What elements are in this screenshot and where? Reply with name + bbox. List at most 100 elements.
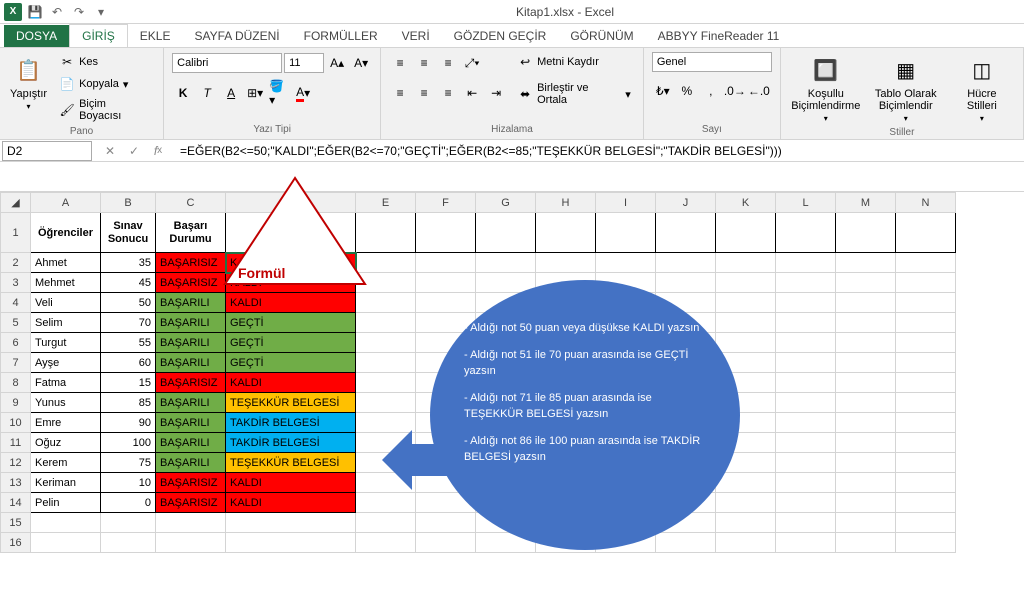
cell-status[interactable]: BAŞARILI: [156, 353, 226, 373]
border-button[interactable]: ⊞▾: [244, 82, 266, 104]
cell-empty[interactable]: [836, 533, 896, 553]
decrease-indent-icon[interactable]: ⇤: [461, 82, 483, 104]
cell-styles-button[interactable]: ◫ Hücre Stilleri ▾: [949, 52, 1015, 125]
cell-empty[interactable]: [836, 293, 896, 313]
cell-empty[interactable]: [416, 213, 476, 253]
cell-empty[interactable]: [356, 373, 416, 393]
row-header-7[interactable]: 7: [1, 353, 31, 373]
cell-empty[interactable]: [31, 513, 101, 533]
cell-empty[interactable]: [416, 253, 476, 273]
italic-button[interactable]: T: [196, 82, 218, 104]
conditional-formatting-button[interactable]: 🔲 Koşullu Biçimlendirme ▾: [789, 52, 863, 125]
cell-score[interactable]: 85: [101, 393, 156, 413]
cell-status[interactable]: BAŞARISIZ: [156, 493, 226, 513]
cell-empty[interactable]: [836, 393, 896, 413]
cell-empty[interactable]: [896, 313, 956, 333]
header-status[interactable]: Başarı Durumu: [156, 213, 226, 253]
row-header-9[interactable]: 9: [1, 393, 31, 413]
formula-input[interactable]: [174, 141, 1024, 161]
tab-view[interactable]: GÖRÜNÜM: [558, 25, 645, 47]
cell-score[interactable]: 0: [101, 493, 156, 513]
cell-empty[interactable]: [776, 253, 836, 273]
font-size-select[interactable]: [284, 53, 324, 73]
cell-empty[interactable]: [896, 493, 956, 513]
cell-status[interactable]: BAŞARISIZ: [156, 473, 226, 493]
cancel-formula-icon[interactable]: ✕: [98, 141, 122, 161]
cell-empty[interactable]: [776, 413, 836, 433]
cell-empty[interactable]: [476, 253, 536, 273]
cell-score[interactable]: 70: [101, 313, 156, 333]
cell-empty[interactable]: [356, 533, 416, 553]
cell-result[interactable]: KALDI: [226, 473, 356, 493]
tab-data[interactable]: VERİ: [390, 25, 442, 47]
cell-empty[interactable]: [776, 453, 836, 473]
cell-score[interactable]: 35: [101, 253, 156, 273]
cell-empty[interactable]: [776, 313, 836, 333]
align-top-icon[interactable]: ≡: [389, 52, 411, 74]
cell-empty[interactable]: [776, 513, 836, 533]
cell-empty[interactable]: [596, 213, 656, 253]
cell-empty[interactable]: [156, 513, 226, 533]
cell-empty[interactable]: [656, 213, 716, 253]
column-header-D[interactable]: D: [226, 193, 356, 213]
tab-insert[interactable]: EKLE: [128, 25, 183, 47]
cell-empty[interactable]: [896, 213, 956, 253]
cell-status[interactable]: BAŞARISIZ: [156, 253, 226, 273]
column-header-L[interactable]: L: [776, 193, 836, 213]
row-header-14[interactable]: 14: [1, 493, 31, 513]
cell-empty[interactable]: [356, 253, 416, 273]
cell-score[interactable]: 55: [101, 333, 156, 353]
cell-score[interactable]: 50: [101, 293, 156, 313]
font-family-select[interactable]: [172, 53, 282, 73]
cell-empty[interactable]: [226, 513, 356, 533]
cell-empty[interactable]: [536, 253, 596, 273]
row-header-13[interactable]: 13: [1, 473, 31, 493]
cell-empty[interactable]: [776, 333, 836, 353]
cell-empty[interactable]: [356, 273, 416, 293]
cell-status[interactable]: BAŞARISIZ: [156, 373, 226, 393]
cell-empty[interactable]: [716, 253, 776, 273]
cell-empty[interactable]: [836, 213, 896, 253]
cell-empty[interactable]: [836, 313, 896, 333]
align-center-icon[interactable]: ≡: [413, 82, 435, 104]
cell-result[interactable]: TAKDİR BELGESİ: [226, 413, 356, 433]
column-header-A[interactable]: A: [31, 193, 101, 213]
cell-name[interactable]: Ayşe: [31, 353, 101, 373]
column-header-C[interactable]: C: [156, 193, 226, 213]
cell-name[interactable]: Kerem: [31, 453, 101, 473]
row-header-6[interactable]: 6: [1, 333, 31, 353]
currency-icon[interactable]: ₺▾: [652, 80, 674, 102]
copy-button[interactable]: 📄Kopyala ▾: [55, 74, 155, 94]
cell-name[interactable]: Selim: [31, 313, 101, 333]
underline-button[interactable]: A: [220, 82, 242, 104]
orientation-icon[interactable]: ⤢▾: [461, 52, 483, 74]
cell-status[interactable]: BAŞARILI: [156, 433, 226, 453]
row-header-11[interactable]: 11: [1, 433, 31, 453]
column-header-J[interactable]: J: [656, 193, 716, 213]
cell-result[interactable]: TAKDİR BELGESİ: [226, 433, 356, 453]
increase-decimal-icon[interactable]: .0→: [724, 80, 746, 102]
cell-empty[interactable]: [776, 373, 836, 393]
cell-empty[interactable]: [101, 513, 156, 533]
cell-status[interactable]: BAŞARILI: [156, 293, 226, 313]
cell-empty[interactable]: [226, 533, 356, 553]
cell-empty[interactable]: [896, 253, 956, 273]
column-header-B[interactable]: B: [101, 193, 156, 213]
cell-status[interactable]: BAŞARILI: [156, 313, 226, 333]
cell-score[interactable]: 45: [101, 273, 156, 293]
cell-empty[interactable]: [356, 353, 416, 373]
cell-empty[interactable]: [836, 453, 896, 473]
row-header-10[interactable]: 10: [1, 413, 31, 433]
column-header-M[interactable]: M: [836, 193, 896, 213]
cell-empty[interactable]: [656, 253, 716, 273]
align-middle-icon[interactable]: ≡: [413, 52, 435, 74]
column-header-E[interactable]: E: [356, 193, 416, 213]
cell-empty[interactable]: [776, 293, 836, 313]
align-right-icon[interactable]: ≡: [437, 82, 459, 104]
cell-status[interactable]: BAŞARILI: [156, 413, 226, 433]
tab-review[interactable]: GÖZDEN GEÇİR: [442, 25, 559, 47]
cell-empty[interactable]: [896, 373, 956, 393]
paste-button[interactable]: 📋 Yapıştır ▾: [8, 52, 49, 113]
increase-indent-icon[interactable]: ⇥: [485, 82, 507, 104]
cell-empty[interactable]: [356, 333, 416, 353]
